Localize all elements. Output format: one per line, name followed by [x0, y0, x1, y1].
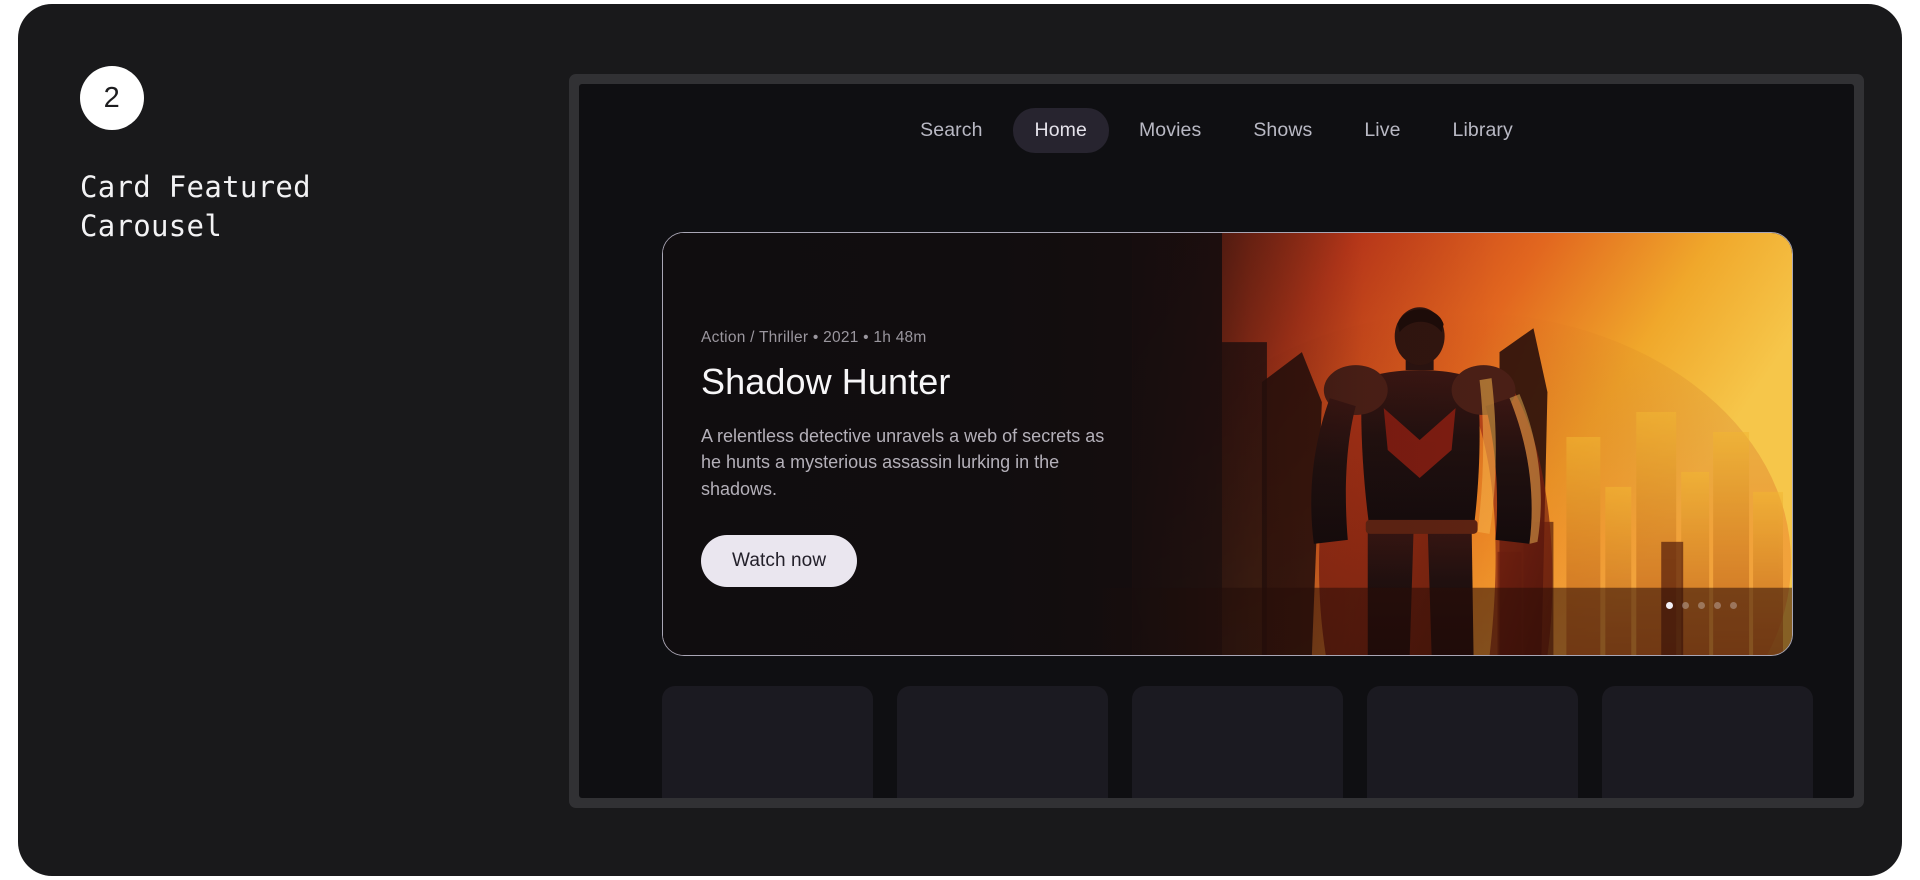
- thumbnail-card[interactable]: [1602, 686, 1813, 798]
- nav-item-live[interactable]: Live: [1342, 108, 1422, 153]
- nav-item-library[interactable]: Library: [1431, 108, 1535, 153]
- carousel-dot-1[interactable]: [1666, 602, 1673, 609]
- thumbnail-card[interactable]: [1132, 686, 1343, 798]
- featured-carousel-card[interactable]: Action / Thriller • 2021 • 1h 48m Shadow…: [662, 232, 1793, 656]
- thumbnail-card[interactable]: [662, 686, 873, 798]
- nav-item-home[interactable]: Home: [1012, 107, 1109, 153]
- carousel-dot-4[interactable]: [1714, 602, 1721, 609]
- annotation-label-block: 2 Card Featured Carousel: [80, 66, 500, 245]
- thumbnail-card[interactable]: [897, 686, 1108, 798]
- thumbnail-row: [662, 686, 1813, 798]
- screenshot-root: 2 Card Featured Carousel Search Home Mov…: [0, 0, 1920, 880]
- carousel-dot-2[interactable]: [1682, 602, 1689, 609]
- hero-title: Shadow Hunter: [701, 361, 951, 402]
- watch-now-button[interactable]: Watch now: [701, 534, 858, 587]
- hero-meta-line: Action / Thriller • 2021 • 1h 48m: [701, 329, 927, 346]
- annotation-canvas: 2 Card Featured Carousel Search Home Mov…: [18, 4, 1902, 876]
- carousel-dot-3[interactable]: [1698, 602, 1705, 609]
- nav-item-shows[interactable]: Shows: [1231, 108, 1334, 153]
- annotation-title: Card Featured Carousel: [80, 170, 311, 243]
- hero-content: Action / Thriller • 2021 • 1h 48m Shadow…: [701, 329, 1221, 587]
- top-navigation: Search Home Movies Shows Live Library: [579, 84, 1854, 176]
- device-frame: Search Home Movies Shows Live Library Ac…: [569, 74, 1864, 808]
- app-screen: Search Home Movies Shows Live Library Ac…: [579, 84, 1854, 798]
- carousel-dot-5[interactable]: [1730, 602, 1737, 609]
- hero-description: A relentless detective unravels a web of…: [701, 425, 1105, 499]
- nav-item-movies[interactable]: Movies: [1117, 108, 1223, 153]
- step-number-badge: 2: [80, 66, 144, 130]
- nav-item-search[interactable]: Search: [898, 108, 1004, 153]
- thumbnail-card[interactable]: [1367, 686, 1578, 798]
- carousel-dots: [1666, 602, 1737, 609]
